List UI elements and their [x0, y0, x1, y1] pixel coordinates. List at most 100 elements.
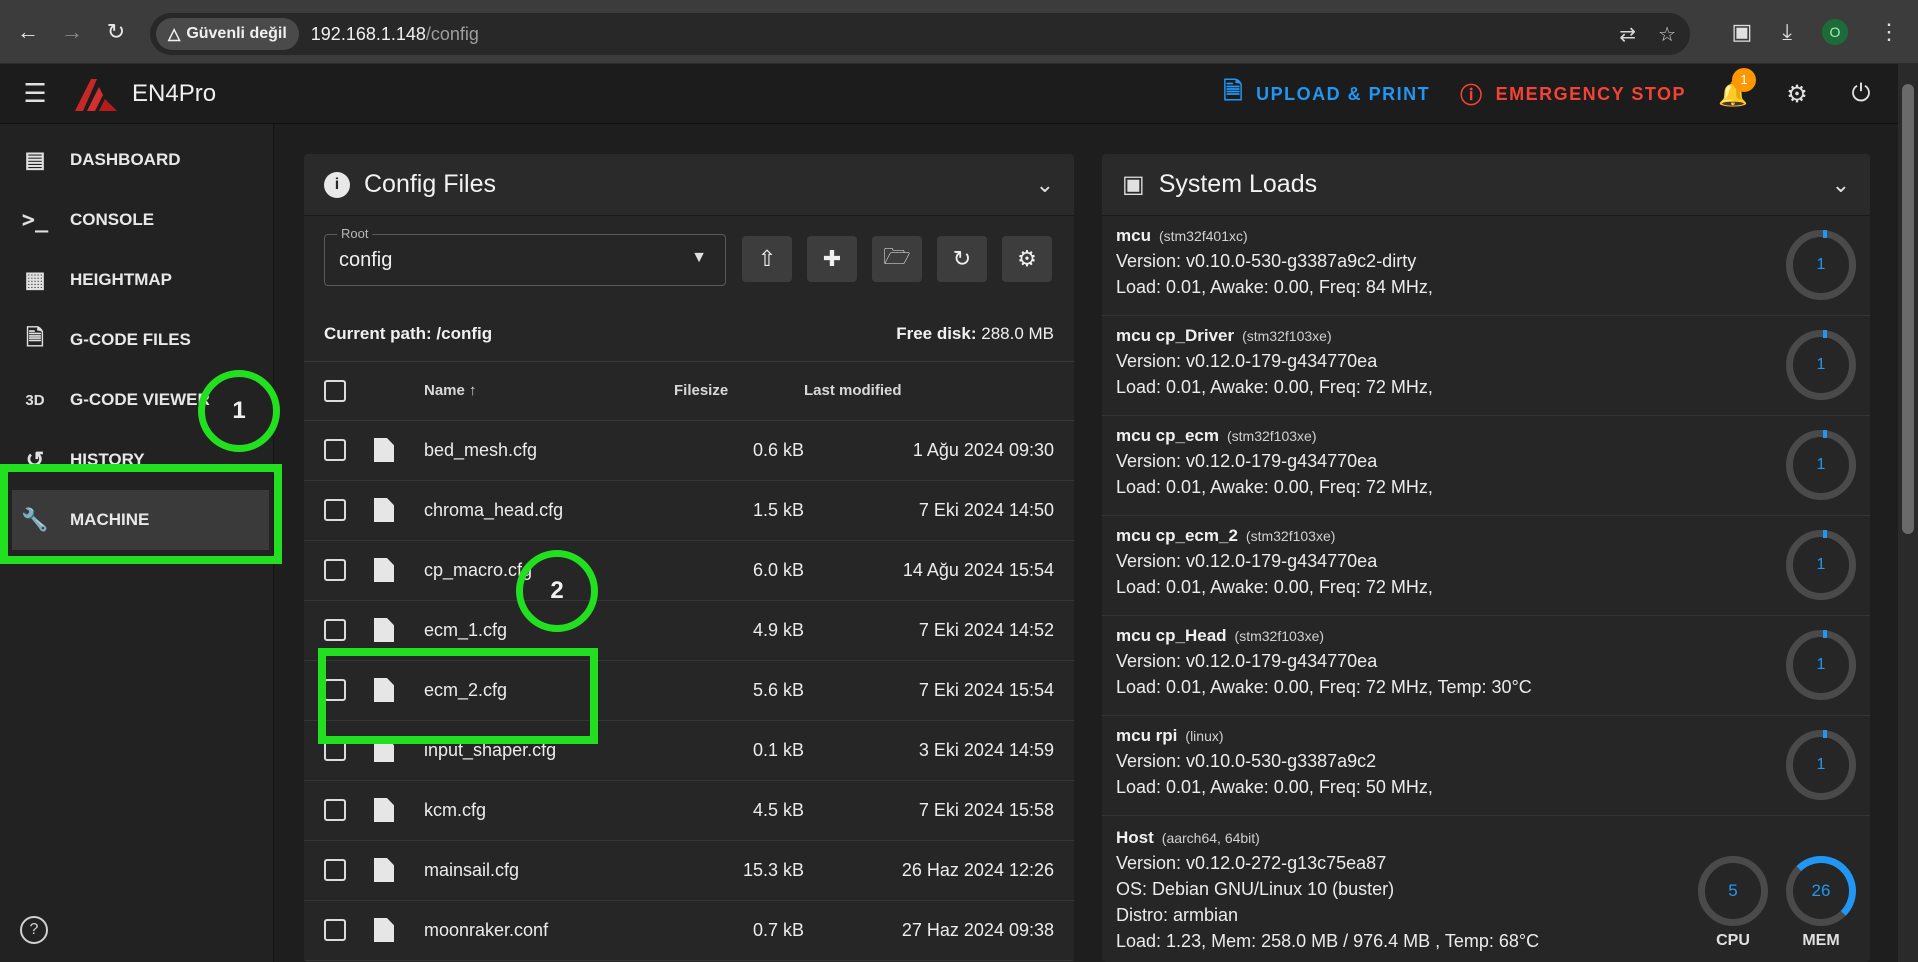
mcu-chip: (stm32f103xe) [1227, 428, 1317, 444]
file-name[interactable]: kcm.cfg [424, 780, 674, 841]
root-label: Root [337, 226, 373, 241]
power-icon[interactable]: ⏻ [1844, 80, 1878, 108]
back-icon[interactable]: ← [6, 10, 50, 54]
mcu-chip: (stm32f401xc) [1158, 228, 1248, 244]
row-checkbox[interactable] [324, 799, 346, 822]
emergency-stop-button[interactable]: ⓘ EMERGENCY STOP [1460, 78, 1686, 110]
file-modified: 26 Haz 2024 12:26 [804, 840, 1074, 901]
bookmark-star-icon[interactable]: ☆ [1658, 22, 1676, 47]
row-checkbox[interactable] [324, 619, 346, 642]
create-folder-button[interactable]: 🗁 [872, 236, 922, 282]
chevron-down-icon[interactable]: ⌄ [1036, 172, 1054, 198]
notifications-button[interactable]: 🔔 1 [1716, 67, 1756, 109]
translate-icon[interactable]: ⇄ [1619, 22, 1636, 47]
file-modified: 7 Eki 2024 14:50 [804, 480, 1074, 541]
settings-gears-icon[interactable]: ⚙ [1780, 80, 1814, 109]
upload-print-label: UPLOAD & PRINT [1256, 83, 1431, 104]
mcu-version: Version: v0.10.0-530-g3387a9c2 [1116, 751, 1377, 771]
table-row[interactable]: mainsail.cfg 15.3 kB 26 Haz 2024 12:26 [304, 840, 1074, 901]
table-row[interactable]: bed_mesh.cfg 0.6 kB 1 Ağu 2024 09:30 [304, 420, 1074, 481]
config-files-toolbar: Root config ▼ ⇧ ✚ 🗁 ↻ ⚙ [304, 216, 1074, 306]
file-name[interactable]: chroma_head.cfg [424, 480, 674, 541]
table-row[interactable]: kcm.cfg 4.5 kB 7 Eki 2024 15:58 [304, 780, 1074, 841]
mcu-chip: (stm32f103xe) [1242, 328, 1332, 344]
table-row[interactable]: chroma_head.cfg 1.5 kB 7 Eki 2024 14:50 [304, 480, 1074, 541]
forward-icon[interactable]: → [50, 10, 94, 54]
row-checkbox[interactable] [324, 559, 346, 582]
profile-avatar[interactable]: O [1822, 19, 1848, 45]
mcu-load: Load: 0.01, Awake: 0.00, Freq: 72 MHz, [1116, 477, 1433, 497]
file-size: 0.1 kB [674, 720, 804, 781]
notification-badge: 1 [1732, 67, 1756, 92]
current-path-value: /config [436, 323, 493, 343]
mcu-block: mcu cp_Head (stm32f103xe) Version: v0.12.0… [1102, 616, 1870, 716]
mcu-load-gauge: 1 [1786, 630, 1856, 700]
create-file-button[interactable]: ✚ [807, 236, 857, 282]
mcu-chip: (linux) [1185, 728, 1224, 744]
free-disk-value: 288.0 MB [981, 323, 1054, 343]
refresh-button[interactable]: ↻ [937, 236, 987, 282]
file-name[interactable]: mainsail.cfg [424, 840, 674, 901]
select-all-checkbox[interactable] [324, 379, 346, 402]
file-modified: 3 Eki 2024 14:59 [804, 720, 1074, 781]
help-icon[interactable]: ? [20, 916, 48, 944]
sidebar-item-gcode-files[interactable]: 🗎 G-CODE FILES [0, 310, 273, 370]
path-row: Current path: /config Free disk: 288.0 M… [304, 306, 1074, 362]
row-checkbox[interactable] [324, 439, 346, 462]
mem-gauge: 26 MEM [1786, 856, 1856, 950]
chevron-down-icon[interactable]: ⌄ [1832, 172, 1850, 198]
sidebar-item-dashboard[interactable]: ▤ DASHBOARD [0, 130, 273, 190]
hamburger-menu-icon[interactable]: ☰ [0, 78, 70, 109]
file-upload-icon: 🗎 [1223, 77, 1245, 105]
file-name[interactable]: bed_mesh.cfg [424, 420, 674, 481]
file-icon [374, 798, 394, 822]
table-row[interactable]: moonraker.conf 0.7 kB 27 Haz 2024 09:38 [304, 900, 1074, 961]
download-icon[interactable]: ⤓ [1782, 19, 1792, 45]
file-size: 6.0 kB [674, 540, 804, 601]
root-value: config [339, 249, 393, 271]
mcu-name: mcu cp_Driver (stm32f103xe) [1116, 326, 1856, 346]
mcu-name-label: mcu cp_ecm [1116, 426, 1219, 445]
row-checkbox[interactable] [324, 859, 346, 882]
security-label: Güvenli değil [186, 25, 287, 42]
mcu-load: Load: 0.01, Awake: 0.00, Freq: 84 MHz, [1116, 277, 1433, 297]
table-row[interactable]: cp_macro.cfg 6.0 kB 14 Ağu 2024 15:54 [304, 540, 1074, 601]
file-upload-icon: ⇧ [757, 246, 777, 271]
col-name[interactable]: Name ↑ [424, 362, 674, 421]
extensions-icon[interactable]: ▣ [1731, 19, 1752, 45]
upload-file-button[interactable]: ⇧ [742, 236, 792, 282]
cpu-gauge-label: CPU [1716, 932, 1750, 949]
security-chip[interactable]: △ Güvenli değil [156, 18, 299, 50]
row-checkbox[interactable] [324, 499, 346, 522]
col-filesize[interactable]: Filesize [674, 362, 804, 421]
mcu-name-label: mcu [1116, 226, 1151, 245]
upload-print-button[interactable]: 🗎 UPLOAD & PRINT [1223, 74, 1430, 115]
grid-icon: ▦ [24, 267, 46, 292]
page-scrollbar[interactable] [1898, 64, 1918, 962]
row-checkbox[interactable] [324, 919, 346, 942]
mcu-chip: (stm32f103xe) [1234, 628, 1325, 644]
reload-icon[interactable]: ↻ [94, 10, 138, 54]
browser-menu-icon[interactable]: ⋮ [1878, 19, 1900, 45]
settings-button[interactable]: ⚙ [1002, 236, 1052, 282]
url-host: 192.168.1.148 [310, 23, 426, 44]
sidebar-item-heightmap[interactable]: ▦ HEIGHTMAP [0, 250, 273, 310]
file-modified: 14 Ağu 2024 15:54 [804, 540, 1074, 601]
mem-gauge-label: MEM [1802, 932, 1840, 949]
file-name[interactable]: moonraker.conf [424, 900, 674, 961]
mcu-list: mcu (stm32f401xc) Version: v0.10.0-530-g33… [1102, 216, 1870, 816]
mcu-version: Version: v0.12.0-179-g434770ea [1116, 651, 1378, 671]
file-modified: 7 Eki 2024 15:54 [804, 660, 1074, 721]
col-last-modified[interactable]: Last modified [804, 362, 1074, 421]
system-loads-panel: ▣ System Loads ⌄ mcu (stm32f401xc) Version… [1102, 154, 1870, 962]
sidebar-item-console[interactable]: >_ CONSOLE [0, 190, 273, 250]
scrollbar-thumb[interactable] [1902, 84, 1914, 534]
config-files-header: i Config Files ⌄ [304, 154, 1074, 216]
address-bar[interactable]: △ Güvenli değil 192.168.1.148/config ⇄ ☆ [150, 13, 1690, 55]
host-name-label: Host [1116, 828, 1154, 847]
gear-icon: ⚙ [1017, 246, 1037, 271]
host-chip: (aarch64, 64bit) [1161, 830, 1260, 846]
sidebar-item-label: CONSOLE [70, 210, 155, 229]
root-select[interactable]: Root config ▼ [324, 226, 726, 286]
mcu-load: Load: 0.01, Awake: 0.00, Freq: 72 MHz, [1116, 577, 1433, 597]
